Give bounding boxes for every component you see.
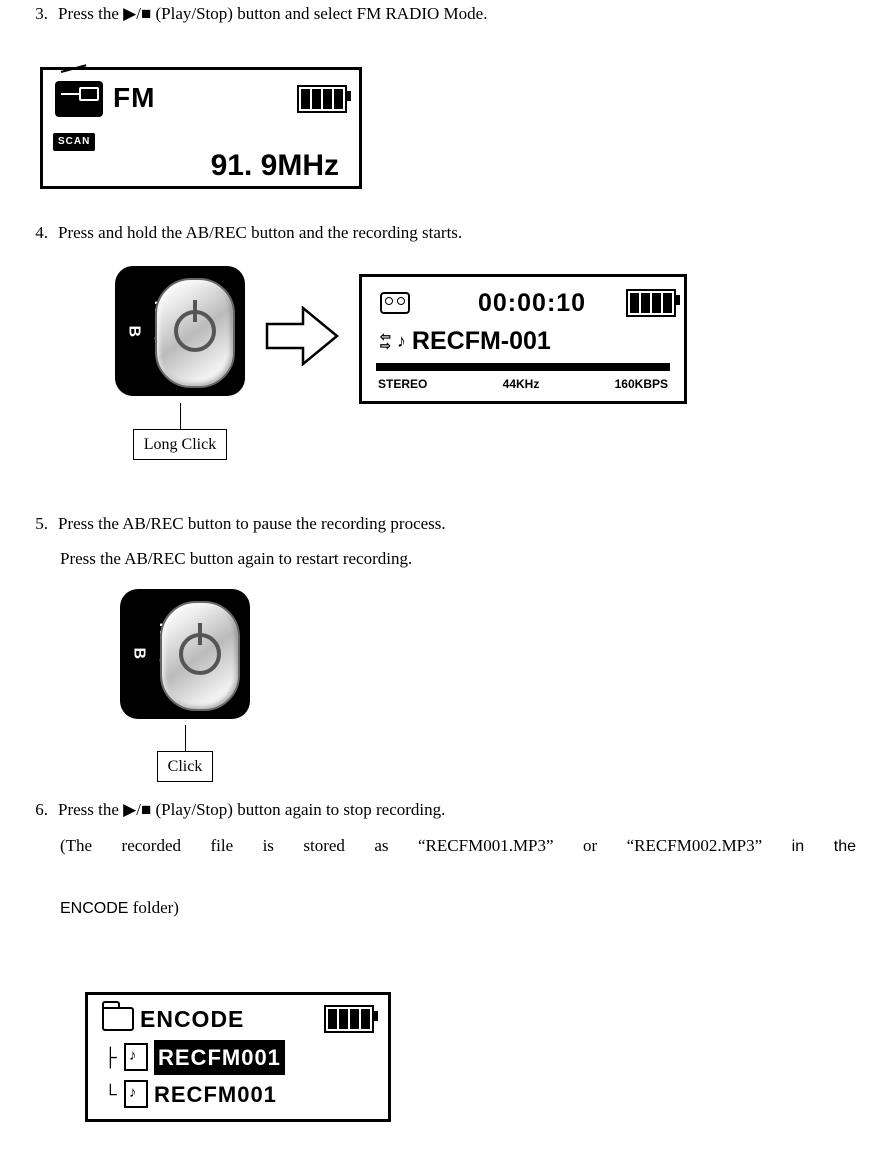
tree-branch-icon: ├ bbox=[104, 1043, 118, 1072]
recording-filename: RECFM-001 bbox=[412, 321, 551, 361]
progress-bar bbox=[376, 363, 670, 371]
file-name: RECFM001 bbox=[154, 1077, 277, 1112]
click-caption: Click bbox=[157, 751, 214, 783]
long-click-caption: Long Click bbox=[133, 429, 227, 461]
step-3-text-a: Press the bbox=[58, 4, 123, 23]
battery-icon bbox=[626, 289, 676, 317]
step-6-line1: Press the ▶/■ (Play/Stop) button again t… bbox=[58, 796, 856, 823]
step-5-line1: Press the AB/REC button to pause the rec… bbox=[58, 510, 856, 537]
folder-icon bbox=[102, 1007, 134, 1031]
arrow-right-icon bbox=[265, 306, 339, 374]
play-stop-symbol-2: ▶/■ bbox=[123, 800, 151, 819]
rec-ab-button: REC/A-B bbox=[115, 266, 245, 396]
step-6-line2-main: (The recorded file is stored as “RECFM00… bbox=[60, 836, 762, 855]
file-row-selected: ├ RECFM001 bbox=[96, 1040, 380, 1075]
repeat-arrows-icon: ⇦⇨ bbox=[380, 332, 391, 350]
step-6-in-the: in the bbox=[792, 838, 856, 855]
step-3-text: Press the ▶/■ (Play/Stop) button and sel… bbox=[58, 0, 856, 27]
music-file-icon bbox=[124, 1043, 148, 1071]
rec-ab-button: REC/A-B bbox=[120, 589, 250, 719]
sample-rate-label: 44KHz bbox=[503, 375, 540, 394]
rec-button-click-diagram: REC/A-B Click bbox=[120, 589, 250, 783]
encode-folder-name: ENCODE bbox=[140, 1001, 244, 1038]
power-button-icon bbox=[155, 278, 235, 388]
step-6-line1-a: Press the bbox=[58, 800, 123, 819]
tree-branch-icon: └ bbox=[104, 1080, 118, 1109]
play-stop-symbol: ▶/■ bbox=[123, 4, 151, 23]
radio-icon bbox=[55, 81, 103, 117]
fm-frequency: 91. 9MHz bbox=[51, 142, 351, 190]
file-name-selected: RECFM001 bbox=[154, 1040, 285, 1075]
step-6-line1-b: (Play/Stop) button again to stop recordi… bbox=[151, 800, 445, 819]
step-5-number: 5. bbox=[20, 510, 48, 537]
step-6-encode-word: ENCODE bbox=[60, 900, 128, 917]
step-6-line2: (The recorded file is stored as “RECFM00… bbox=[60, 832, 856, 887]
file-row: └ RECFM001 bbox=[96, 1077, 380, 1112]
step-4-text: Press and hold the AB/REC button and the… bbox=[58, 219, 856, 246]
scan-badge: SCAN bbox=[53, 133, 95, 151]
step-3-number: 3. bbox=[20, 0, 48, 27]
recording-screen: 00:00:10 ⇦⇨ ♪ RECFM-001 STEREO 44KHz 160… bbox=[359, 274, 687, 404]
step-5-line2: Press the AB/REC button again to restart… bbox=[60, 545, 856, 572]
fm-mode-label: FM bbox=[113, 76, 155, 121]
music-file-icon bbox=[124, 1080, 148, 1108]
step-3-text-b: (Play/Stop) button and select FM RADIO M… bbox=[151, 4, 487, 23]
rec-button-longclick-diagram: REC/A-B Long Click bbox=[115, 266, 245, 460]
step-6-line3: ENCODE folder) bbox=[60, 894, 856, 922]
battery-icon bbox=[297, 85, 347, 113]
cassette-icon bbox=[380, 292, 410, 314]
step-6-number: 6. bbox=[20, 796, 48, 823]
music-note-icon: ♪ bbox=[397, 327, 406, 356]
encode-folder-screen: ENCODE ├ RECFM001 └ RECFM001 bbox=[85, 992, 391, 1122]
step-4-number: 4. bbox=[20, 219, 48, 246]
step-6-folder-word: folder) bbox=[128, 898, 179, 917]
stereo-label: STEREO bbox=[378, 375, 427, 394]
power-button-icon bbox=[160, 601, 240, 711]
recording-timer: 00:00:10 bbox=[478, 283, 586, 323]
fm-radio-screen: FM SCAN 91. 9MHz bbox=[40, 67, 362, 189]
bitrate-label: 160KBPS bbox=[615, 375, 668, 394]
battery-icon bbox=[324, 1005, 374, 1033]
